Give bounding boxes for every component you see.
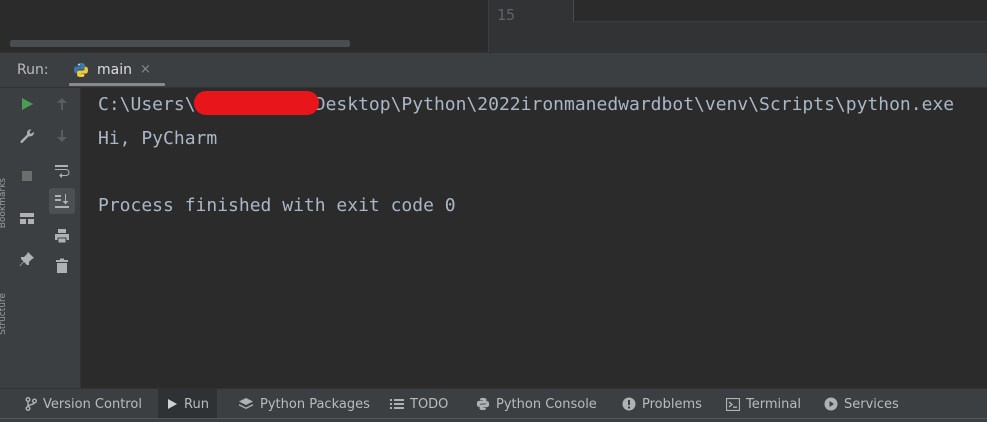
tab-label: Run: [184, 396, 209, 412]
soft-wrap-icon: [55, 165, 70, 178]
info-icon: [622, 397, 636, 411]
tab-label: Python Console: [496, 396, 597, 412]
run-toolbar-primary: [9, 88, 44, 388]
rerun-button[interactable]: [14, 91, 40, 117]
layout-icon: [20, 213, 34, 224]
run-label: Run:: [17, 62, 49, 78]
stop-button[interactable]: [14, 163, 40, 189]
run-toolbar-secondary: [44, 88, 81, 388]
console-line: Hi, PyCharm: [98, 128, 218, 149]
layout-button[interactable]: [14, 205, 40, 231]
scroll-to-end-button[interactable]: [49, 188, 75, 214]
arrow-up-icon: [57, 98, 67, 110]
run-tool-window-header: Run: main ×: [0, 52, 987, 88]
problems-tab[interactable]: Problems: [614, 389, 710, 419]
run-tab-main[interactable]: main ×: [59, 53, 165, 88]
printer-icon: [55, 229, 69, 244]
list-icon: [390, 399, 404, 409]
tab-label: TODO: [410, 396, 449, 412]
console-line: Process finished with exit code 0: [98, 195, 456, 216]
layers-icon: [239, 398, 253, 409]
line-number: 15: [497, 6, 516, 20]
tab-label: main: [97, 62, 132, 78]
arrow-down-icon: [57, 130, 67, 142]
active-tab-indicator: [69, 83, 165, 86]
editor-area: 15: [0, 0, 987, 52]
terminal-icon: [726, 397, 740, 411]
python-console-tab[interactable]: Python Console: [468, 389, 605, 419]
bookmarks-tab[interactable]: Bookmarks: [0, 178, 8, 228]
branch-icon: [25, 397, 37, 411]
terminal-tab[interactable]: Terminal: [718, 389, 809, 419]
tab-label: Version Control: [43, 396, 142, 412]
scroll-to-end-icon: [55, 194, 69, 208]
editor-right-pane: 15: [488, 0, 987, 52]
pin-icon: [19, 252, 34, 266]
services-tab[interactable]: Services: [816, 389, 907, 419]
scroll-up-button[interactable]: [49, 91, 75, 117]
clear-all-button[interactable]: [49, 253, 75, 279]
python-icon: [73, 62, 89, 82]
soft-wrap-button[interactable]: [49, 158, 75, 184]
structure-tab[interactable]: Structure: [0, 293, 8, 335]
play-icon: [22, 98, 33, 110]
pin-button[interactable]: [14, 246, 40, 272]
services-icon: [824, 397, 838, 411]
python-icon: [476, 397, 490, 411]
tab-label: Terminal: [746, 396, 801, 412]
redaction-mark: [194, 91, 319, 115]
trash-icon: [56, 258, 68, 273]
run-tab[interactable]: Run: [158, 389, 217, 419]
editor-gutter-area: [573, 0, 987, 22]
status-bar: [0, 418, 987, 422]
console-output[interactable]: C:\Users\ \Desktop\Python\2022ironmanedw…: [82, 88, 987, 388]
modify-config-button[interactable]: [14, 123, 40, 149]
tool-window-bar: Version Control Run Python Packages TODO…: [0, 388, 987, 419]
stop-icon: [22, 171, 32, 181]
close-icon[interactable]: ×: [140, 62, 151, 77]
side-tool-strip: Bookmarks Structure: [0, 88, 9, 388]
wrench-icon: [20, 129, 34, 143]
print-button[interactable]: [49, 223, 75, 249]
play-icon: [168, 399, 177, 409]
tab-label: Problems: [642, 396, 702, 412]
version-control-tab[interactable]: Version Control: [17, 389, 150, 419]
python-packages-tab[interactable]: Python Packages: [230, 389, 378, 419]
tab-label: Services: [844, 396, 899, 412]
todo-tab[interactable]: TODO: [382, 389, 456, 419]
tab-label: Python Packages: [260, 396, 370, 412]
horizontal-scrollbar[interactable]: [10, 40, 350, 47]
scroll-down-button[interactable]: [49, 123, 75, 149]
